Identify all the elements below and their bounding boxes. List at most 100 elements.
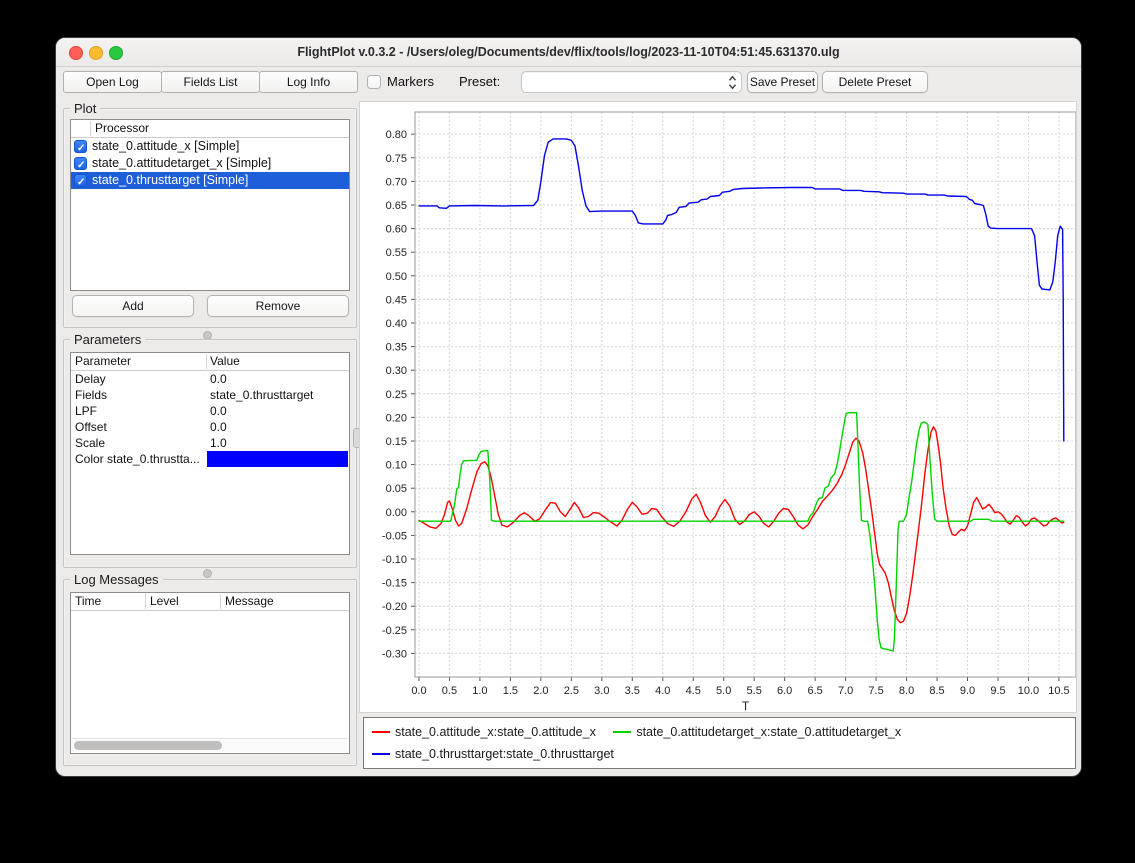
svg-text:5.5: 5.5: [747, 685, 762, 697]
svg-text:0.75: 0.75: [386, 153, 407, 165]
log-messages-group-title: Log Messages: [70, 572, 163, 587]
svg-text:1.5: 1.5: [503, 685, 518, 697]
markers-label: Markers: [387, 71, 434, 93]
add-button[interactable]: Add: [72, 295, 194, 317]
svg-text:0.20: 0.20: [386, 412, 407, 424]
screen: FlightPlot v.0.3.2 - /Users/oleg/Documen…: [0, 0, 1135, 863]
plot-item-checkbox[interactable]: [74, 157, 87, 170]
svg-text:2.0: 2.0: [533, 685, 548, 697]
legend-label: state_0.attitude_x:state_0.attitude_x: [395, 725, 596, 739]
plot-item-label: state_0.attitude_x [Simple]: [92, 138, 239, 155]
svg-text:9.0: 9.0: [960, 685, 975, 697]
svg-text:-0.10: -0.10: [382, 554, 407, 566]
legend-item: state_0.attitudetarget_x:state_0.attitud…: [613, 721, 901, 743]
plot-group-title: Plot: [70, 101, 100, 116]
svg-text:9.5: 9.5: [990, 685, 1005, 697]
svg-text:10.0: 10.0: [1018, 685, 1039, 697]
parameter-row[interactable]: Color state_0.thrustta...: [71, 451, 349, 467]
parameter-value[interactable]: 0.0: [210, 371, 227, 387]
title-bar[interactable]: FlightPlot v.0.3.2 - /Users/oleg/Documen…: [56, 38, 1081, 67]
svg-text:6.0: 6.0: [777, 685, 792, 697]
parameter-row[interactable]: Delay 0.0: [71, 371, 349, 387]
log-info-button[interactable]: Log Info: [259, 71, 358, 93]
svg-text:0.00: 0.00: [386, 507, 407, 519]
svg-text:5.0: 5.0: [716, 685, 731, 697]
svg-text:0.15: 0.15: [386, 436, 407, 448]
svg-text:-0.30: -0.30: [382, 648, 407, 660]
log-messages-group: Log Messages Time Level Message: [63, 579, 357, 766]
log-table-header: Time Level Message: [71, 593, 349, 611]
parameter-name: Delay: [75, 371, 106, 387]
svg-text:0.35: 0.35: [386, 342, 407, 354]
parameter-value[interactable]: state_0.thrusttarget: [210, 387, 313, 403]
parameter-value[interactable]: 0.0: [210, 419, 227, 435]
parameter-value[interactable]: 0.0: [210, 403, 227, 419]
flight-chart[interactable]: 0.00.51.01.52.02.53.03.54.04.55.05.56.06…: [360, 102, 1076, 712]
plot-item-checkbox[interactable]: [74, 174, 87, 187]
plot-table-header: Processor: [71, 120, 349, 138]
column-header-parameter: Parameter: [75, 353, 131, 370]
toolbar: Open Log Fields List Log Info Markers Pr…: [56, 67, 1081, 97]
parameter-name: Offset: [75, 419, 107, 435]
horizontal-scrollbar[interactable]: [72, 738, 348, 752]
svg-text:0.65: 0.65: [386, 200, 407, 212]
parameter-row[interactable]: Offset 0.0: [71, 419, 349, 435]
svg-text:7.5: 7.5: [868, 685, 883, 697]
svg-text:0.55: 0.55: [386, 247, 407, 259]
svg-text:3.5: 3.5: [625, 685, 640, 697]
chart-legend: state_0.attitude_x:state_0.attitude_x st…: [363, 717, 1076, 769]
svg-text:7.0: 7.0: [838, 685, 853, 697]
parameter-row[interactable]: LPF 0.0: [71, 403, 349, 419]
svg-text:10.5: 10.5: [1048, 685, 1069, 697]
delete-preset-button[interactable]: Delete Preset: [822, 71, 928, 93]
plot-row[interactable]: state_0.attitude_x [Simple]: [71, 138, 349, 155]
window-title: FlightPlot v.0.3.2 - /Users/oleg/Documen…: [56, 38, 1081, 66]
plot-table: Processor state_0.attitude_x [Simple] st…: [70, 119, 350, 291]
svg-text:0.0: 0.0: [411, 685, 426, 697]
parameter-value[interactable]: 1.0: [210, 435, 227, 451]
chart-panel: 0.00.51.01.52.02.53.03.54.04.55.05.56.06…: [359, 101, 1077, 713]
plot-item-checkbox[interactable]: [74, 140, 87, 153]
svg-text:1.0: 1.0: [472, 685, 487, 697]
svg-text:8.5: 8.5: [929, 685, 944, 697]
parameters-table-header: Parameter Value: [71, 353, 349, 371]
parameter-row[interactable]: Fields state_0.thrusttarget: [71, 387, 349, 403]
legend-label: state_0.thrusttarget:state_0.thrusttarge…: [395, 747, 614, 761]
svg-text:6.5: 6.5: [807, 685, 822, 697]
scrollbar-thumb[interactable]: [74, 741, 222, 750]
legend-item: state_0.thrusttarget:state_0.thrusttarge…: [372, 743, 614, 765]
plot-item-label: state_0.thrusttarget [Simple]: [92, 172, 248, 189]
parameters-group-title: Parameters: [70, 332, 145, 347]
plot-row[interactable]: state_0.attitudetarget_x [Simple]: [71, 155, 349, 172]
param-color-swatch[interactable]: [207, 451, 348, 467]
parameter-row[interactable]: Scale 1.0: [71, 435, 349, 451]
splitter-handle-bottom[interactable]: [203, 569, 212, 578]
svg-text:0.60: 0.60: [386, 224, 407, 236]
svg-text:8.0: 8.0: [899, 685, 914, 697]
save-preset-button[interactable]: Save Preset: [747, 71, 818, 93]
parameter-name: Fields: [75, 387, 107, 403]
svg-text:0.45: 0.45: [386, 294, 407, 306]
fields-list-button[interactable]: Fields List: [161, 71, 260, 93]
svg-text:2.5: 2.5: [564, 685, 579, 697]
parameter-name: Scale: [75, 435, 105, 451]
svg-text:-0.15: -0.15: [382, 578, 407, 590]
svg-text:0.10: 0.10: [386, 460, 407, 472]
combo-stepper-icon: [728, 75, 737, 95]
markers-checkbox[interactable]: [367, 75, 381, 89]
plot-row[interactable]: state_0.thrusttarget [Simple]: [71, 172, 349, 189]
legend-swatch: [372, 753, 390, 755]
svg-text:0.25: 0.25: [386, 389, 407, 401]
svg-text:-0.05: -0.05: [382, 530, 407, 542]
open-log-button[interactable]: Open Log: [63, 71, 162, 93]
parameters-group: Parameters Parameter Value Delay 0.0 Fie…: [63, 339, 357, 568]
column-header-level: Level: [150, 593, 179, 610]
preset-select[interactable]: [521, 71, 742, 93]
svg-text:0.80: 0.80: [386, 129, 407, 141]
plot-item-label: state_0.attitudetarget_x [Simple]: [92, 155, 271, 172]
svg-text:4.5: 4.5: [686, 685, 701, 697]
legend-label: state_0.attitudetarget_x:state_0.attitud…: [636, 725, 901, 739]
svg-text:0.50: 0.50: [386, 271, 407, 283]
legend-swatch: [613, 731, 631, 733]
remove-button[interactable]: Remove: [207, 295, 349, 317]
